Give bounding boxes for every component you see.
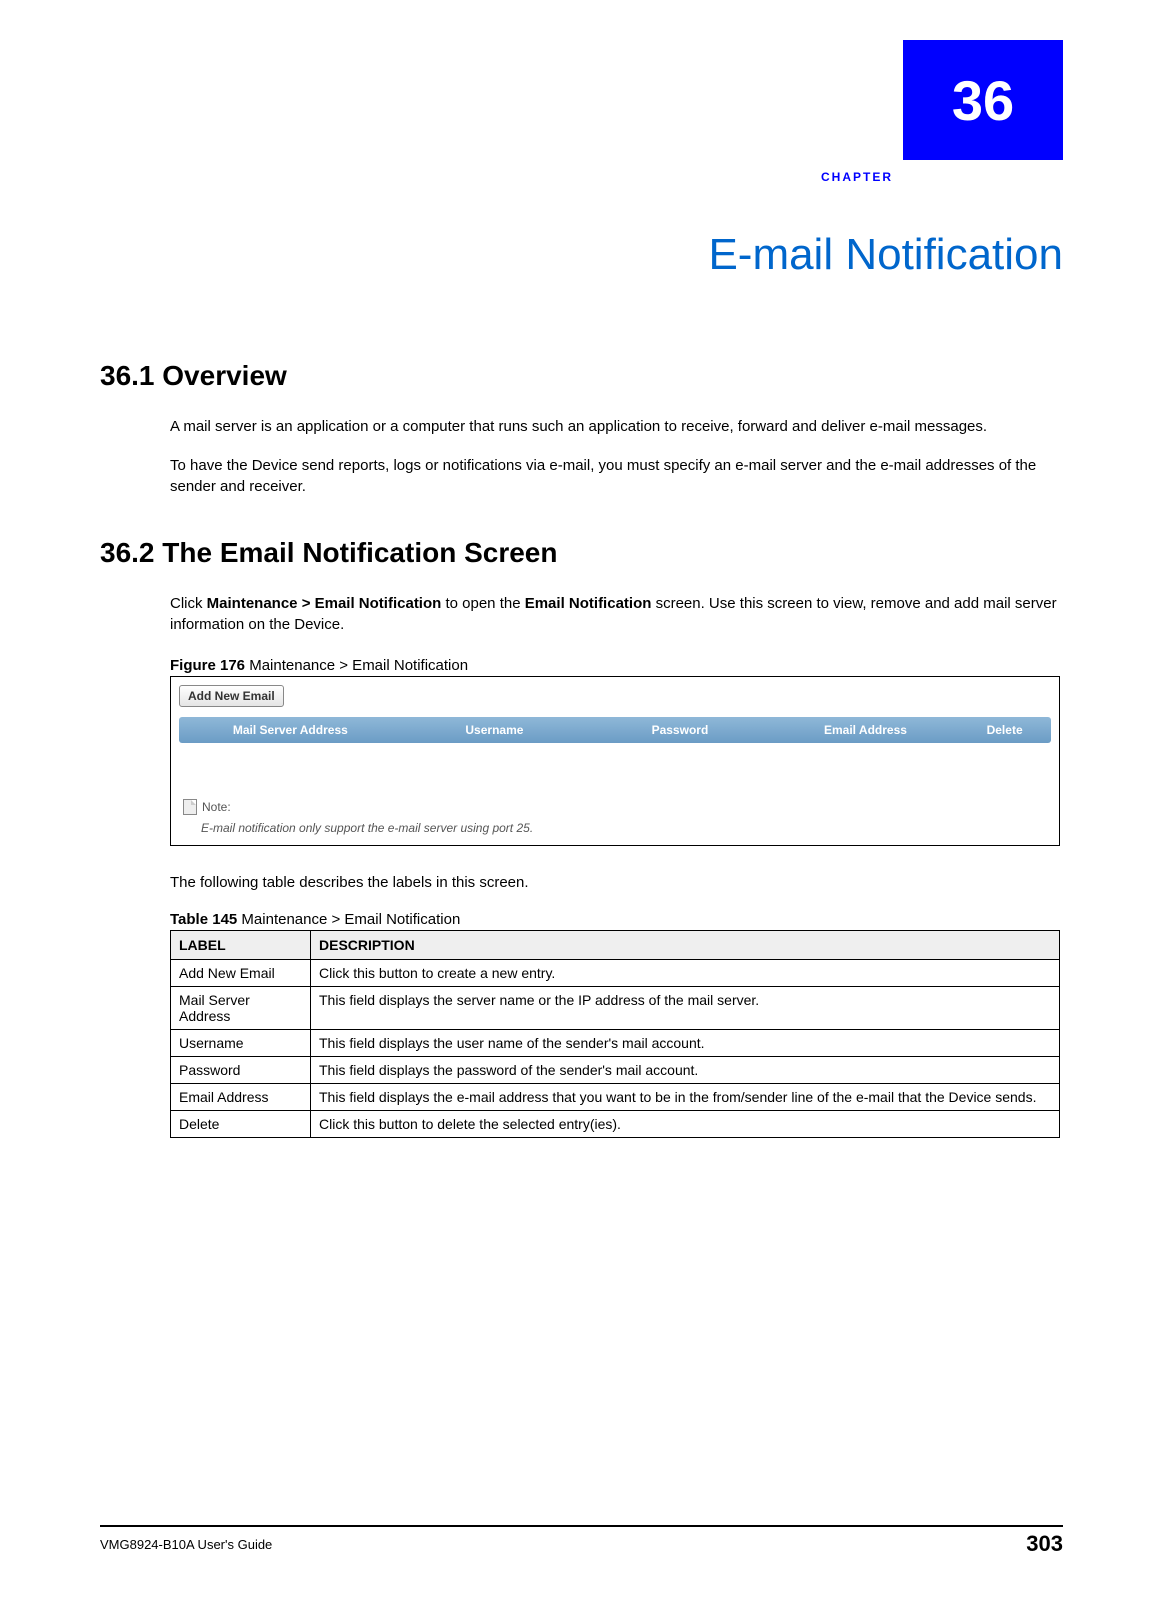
- th-label: LABEL: [171, 931, 311, 960]
- add-new-email-button[interactable]: Add New Email: [179, 685, 284, 707]
- table-header-row: LABEL DESCRIPTION: [171, 931, 1060, 960]
- col-password: Password: [587, 723, 773, 737]
- note-label-text: Note:: [202, 800, 231, 814]
- text: to open the: [441, 595, 524, 612]
- chapter-title: E-mail Notification: [708, 230, 1063, 280]
- cell-label: Email Address: [171, 1084, 311, 1111]
- section-screen-heading: 36.2 The Email Notification Screen: [100, 537, 1063, 569]
- table-intro-text: The following table describes the labels…: [170, 874, 1063, 891]
- cell-desc: This field displays the password of the …: [311, 1057, 1060, 1084]
- table-row: Delete Click this button to delete the s…: [171, 1111, 1060, 1138]
- cell-label: Password: [171, 1057, 311, 1084]
- overview-paragraph-2: To have the Device send reports, logs or…: [170, 455, 1063, 497]
- table-row: Password This field displays the passwor…: [171, 1057, 1060, 1084]
- cell-desc: This field displays the e-mail address t…: [311, 1084, 1060, 1111]
- table-row: Email Address This field displays the e-…: [171, 1084, 1060, 1111]
- col-email-address: Email Address: [773, 723, 959, 737]
- cell-desc: Click this button to delete the selected…: [311, 1111, 1060, 1138]
- col-mail-server-address: Mail Server Address: [179, 723, 402, 737]
- cell-desc: This field displays the server name or t…: [311, 987, 1060, 1030]
- table-caption-text: Maintenance > Email Notification: [237, 911, 460, 928]
- cell-label: Delete: [171, 1111, 311, 1138]
- th-description: DESCRIPTION: [311, 931, 1060, 960]
- cell-label: Add New Email: [171, 960, 311, 987]
- chapter-label: CHAPTER: [821, 170, 893, 184]
- screenshot-note-label: Note:: [183, 799, 231, 815]
- chapter-number-tab: 36: [903, 40, 1063, 160]
- figure-caption: Figure 176 Maintenance > Email Notificat…: [170, 657, 1063, 674]
- cell-label: Username: [171, 1030, 311, 1057]
- breadcrumb-bold: Maintenance > Email Notification: [207, 595, 442, 612]
- note-icon: [183, 799, 197, 815]
- page-footer: VMG8924-B10A User's Guide 303: [100, 1525, 1063, 1557]
- figure-label: Figure 176: [170, 657, 245, 674]
- screenshot-table-header: Mail Server Address Username Password Em…: [179, 717, 1051, 743]
- description-table: LABEL DESCRIPTION Add New Email Click th…: [170, 930, 1060, 1138]
- table-caption: Table 145 Maintenance > Email Notificati…: [170, 911, 1063, 928]
- cell-desc: Click this button to create a new entry.: [311, 960, 1060, 987]
- screen-name-bold: Email Notification: [525, 595, 652, 612]
- col-delete: Delete: [958, 723, 1051, 737]
- screen-intro: Click Maintenance > Email Notification t…: [170, 593, 1063, 635]
- table-row: Username This field displays the user na…: [171, 1030, 1060, 1057]
- table-label: Table 145: [170, 911, 237, 928]
- screenshot-note-text: E-mail notification only support the e-m…: [201, 821, 533, 835]
- table-row: Add New Email Click this button to creat…: [171, 960, 1060, 987]
- email-notification-screenshot: Add New Email Mail Server Address Userna…: [170, 676, 1060, 846]
- figure-caption-text: Maintenance > Email Notification: [245, 657, 468, 674]
- col-username: Username: [402, 723, 588, 737]
- footer-page-number: 303: [1026, 1531, 1063, 1557]
- footer-guide-name: VMG8924-B10A User's Guide: [100, 1537, 272, 1552]
- cell-label: Mail Server Address: [171, 987, 311, 1030]
- text: Click: [170, 595, 207, 612]
- overview-paragraph-1: A mail server is an application or a com…: [170, 416, 1063, 437]
- table-row: Mail Server Address This field displays …: [171, 987, 1060, 1030]
- cell-desc: This field displays the user name of the…: [311, 1030, 1060, 1057]
- section-overview-heading: 36.1 Overview: [100, 360, 1063, 392]
